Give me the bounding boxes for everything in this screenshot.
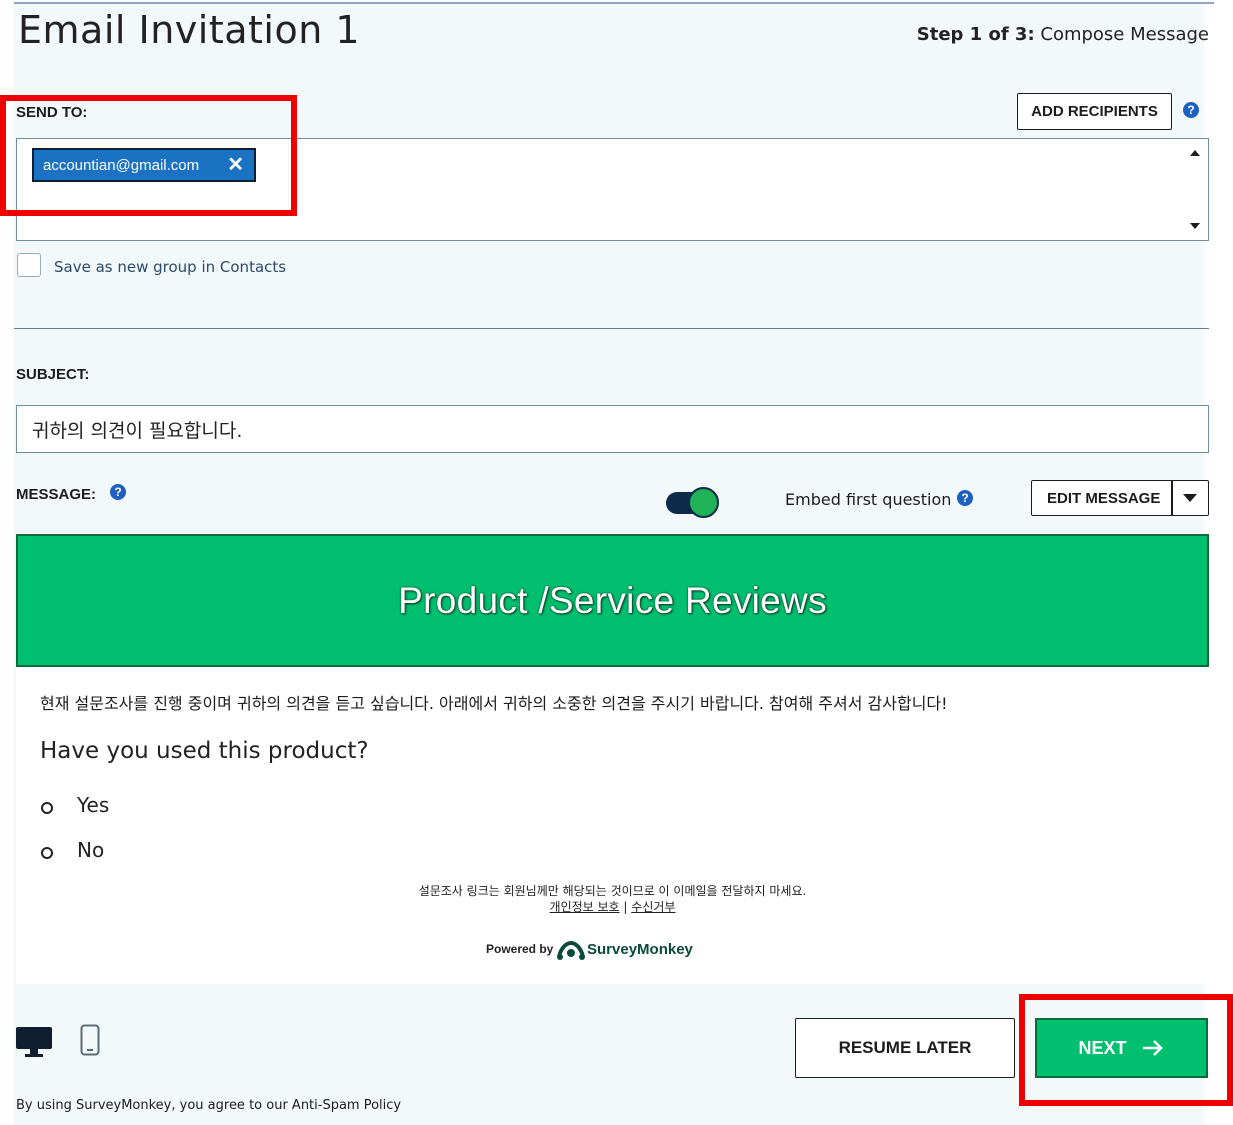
link-separator: | — [619, 900, 632, 914]
scroll-up-icon[interactable] — [1190, 150, 1200, 156]
recipients-scrollbar[interactable] — [1183, 140, 1207, 239]
edit-message-label: EDIT MESSAGE — [1047, 489, 1161, 507]
step-name: Compose Message — [1034, 24, 1209, 45]
option-yes-label: Yes — [77, 793, 110, 817]
embed-toggle-knob[interactable] — [688, 487, 719, 518]
highlight-send-to — [0, 95, 297, 216]
dropdown-caret-icon[interactable] — [1183, 494, 1197, 502]
banner-title: Product /Service Reviews — [398, 579, 827, 621]
section-divider — [14, 328, 1209, 329]
footer-note: 설문조사 링크는 회원님께만 해당되는 것이므로 이 이메일을 전달하지 마세요… — [418, 884, 807, 898]
step-number: Step 1 of 3: — [916, 24, 1035, 45]
mobile-view-icon[interactable] — [80, 1024, 100, 1056]
option-no-label: No — [77, 838, 105, 862]
unsubscribe-link[interactable]: 수신거부 — [631, 900, 675, 914]
save-group-checkbox[interactable] — [17, 253, 41, 277]
desktop-view-icon[interactable] — [15, 1026, 53, 1058]
surveymonkey-brand: SurveyMonkey — [587, 941, 693, 958]
radio-no[interactable] — [41, 847, 53, 859]
message-label: MESSAGE: — [16, 486, 97, 503]
embed-help-icon[interactable]: ? — [957, 490, 973, 506]
scroll-down-icon[interactable] — [1190, 223, 1200, 229]
intro-text: 현재 설문조사를 진행 중이며 귀하의 의견을 듣고 싶습니다. 아래에서 귀하… — [40, 694, 948, 713]
message-help-icon[interactable]: ? — [110, 484, 126, 500]
radio-yes[interactable] — [41, 802, 53, 814]
subject-label: SUBJECT: — [16, 366, 90, 383]
scrollbar-arrows — [1190, 150, 1200, 229]
survey-banner: Product /Service Reviews — [16, 534, 1209, 667]
footer-links: 개인정보 보호 | 수신거부 — [0, 898, 1225, 915]
anti-spam-policy-text: By using SurveyMonkey, you agree to our … — [16, 1098, 402, 1113]
save-group-label: Save as new group in Contacts — [54, 258, 287, 276]
question-text: Have you used this product? — [40, 738, 369, 764]
surveymonkey-logo-icon — [557, 940, 585, 960]
help-icon[interactable]: ? — [1183, 102, 1199, 118]
powered-by-text: Powered by — [486, 942, 554, 956]
edit-message-separator — [1171, 480, 1173, 516]
page-title: Email Invitation 1 — [18, 8, 361, 52]
embed-first-question-label: Embed first question — [785, 490, 952, 509]
subject-input[interactable]: 귀하의 의견이 필요합니다. — [16, 405, 1209, 453]
privacy-link[interactable]: 개인정보 보호 — [550, 900, 620, 914]
step-indicator: Step 1 of 3: Compose Message — [917, 24, 1209, 45]
highlight-next — [1019, 994, 1233, 1106]
resume-later-button[interactable]: RESUME LATER — [795, 1018, 1015, 1078]
add-recipients-button[interactable]: ADD RECIPIENTS — [1017, 93, 1172, 130]
